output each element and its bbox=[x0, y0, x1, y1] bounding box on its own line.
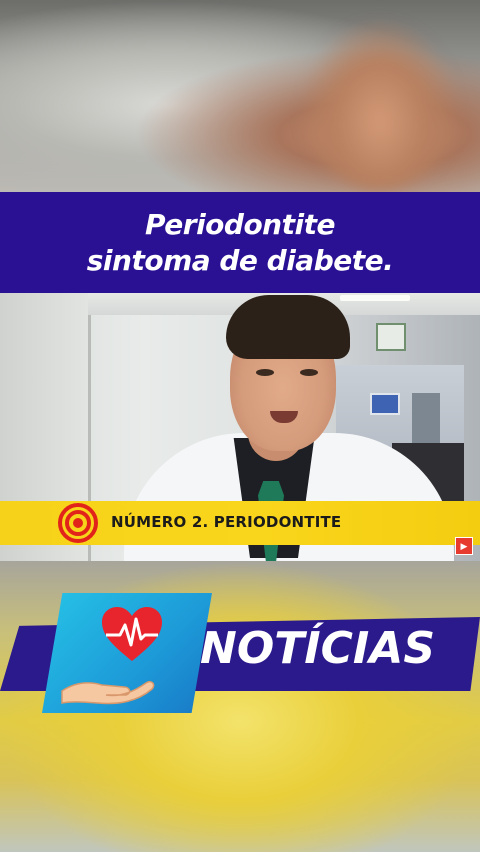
channel-badge-icon: ▶ bbox=[455, 537, 473, 555]
title-banner: Periodontite sintoma de diabete. bbox=[0, 192, 480, 293]
ceiling-light bbox=[340, 295, 410, 301]
wall-sign bbox=[370, 393, 400, 415]
doctor-eye-left bbox=[256, 369, 274, 376]
shorts-frame: Periodontite sintoma de diabete. NÚMERO … bbox=[0, 0, 480, 852]
doctor-hair bbox=[226, 295, 350, 359]
title-line-2: sintoma de diabete. bbox=[86, 243, 394, 277]
blurred-background-top bbox=[0, 0, 480, 192]
news-title: NOTÍCIAS bbox=[200, 623, 436, 674]
lower-third-text: NÚMERO 2. PERIODONTITE bbox=[111, 513, 342, 531]
title-line-1: Periodontite bbox=[145, 207, 335, 241]
news-section: NOTÍCIAS bbox=[0, 561, 480, 852]
lower-third-banner: NÚMERO 2. PERIODONTITE bbox=[0, 501, 480, 545]
hand-icon bbox=[61, 680, 155, 705]
exit-sign bbox=[376, 323, 406, 351]
doctor-eye-right bbox=[300, 369, 318, 376]
target-icon bbox=[58, 503, 98, 543]
heart-pulse-icon bbox=[102, 607, 162, 661]
